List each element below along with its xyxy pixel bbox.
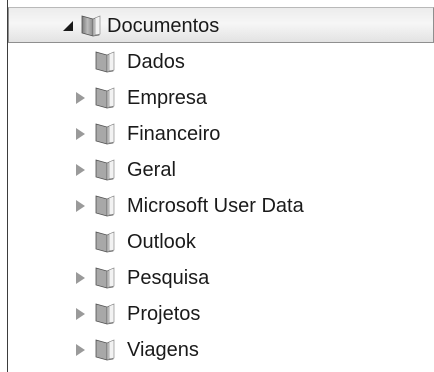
tree-item-label: Viagens [127, 339, 199, 361]
tree-item-label: Documentos [107, 15, 220, 37]
folder-icon [93, 302, 117, 326]
tree-item-outlook[interactable]: Outlook [8, 224, 434, 260]
collapsed-arrow-icon[interactable] [73, 270, 87, 286]
collapsed-arrow-icon[interactable] [73, 126, 87, 142]
collapsed-arrow-icon[interactable] [73, 90, 87, 106]
folder-icon [93, 86, 117, 110]
tree-item-label: Empresa [127, 87, 208, 109]
tree-item-label: Outlook [127, 231, 196, 253]
tree-item-pesquisa[interactable]: Pesquisa [8, 260, 434, 296]
tree-item-label: Pesquisa [127, 267, 210, 289]
tree-item-label: Projetos [127, 303, 201, 325]
tree-item-label: Dados [127, 51, 185, 73]
tree-item-projetos[interactable]: Projetos [8, 296, 434, 332]
folder-icon [93, 338, 117, 362]
collapsed-arrow-icon[interactable] [73, 306, 87, 322]
collapsed-arrow-icon[interactable] [73, 198, 87, 214]
collapsed-arrow-icon[interactable] [73, 162, 87, 178]
folder-icon [93, 230, 117, 254]
folder-tree: Documentos Dados Empresa Financeiro Gera… [0, 0, 434, 372]
tree-item-label: Geral [127, 159, 176, 181]
collapsed-arrow-icon[interactable] [73, 342, 87, 358]
tree-item-financeiro[interactable]: Financeiro [8, 116, 434, 152]
tree-item-label: Microsoft User Data [127, 195, 304, 217]
tree-item-microsoft-user-data[interactable]: Microsoft User Data [8, 188, 434, 224]
tree-item-viagens[interactable]: Viagens [8, 332, 434, 368]
tree-item-dados[interactable]: Dados [8, 44, 434, 80]
tree-item-empresa[interactable]: Empresa [8, 80, 434, 116]
folder-icon [93, 266, 117, 290]
folder-icon [93, 122, 117, 146]
tree-item-geral[interactable]: Geral [8, 152, 434, 188]
folder-icon [93, 50, 117, 74]
tree-item-documentos[interactable]: Documentos [8, 7, 434, 43]
folder-icon [93, 158, 117, 182]
folder-icon [79, 14, 103, 38]
expanded-arrow-icon[interactable] [61, 18, 75, 34]
tree-item-label: Financeiro [127, 123, 221, 145]
folder-icon [93, 194, 117, 218]
